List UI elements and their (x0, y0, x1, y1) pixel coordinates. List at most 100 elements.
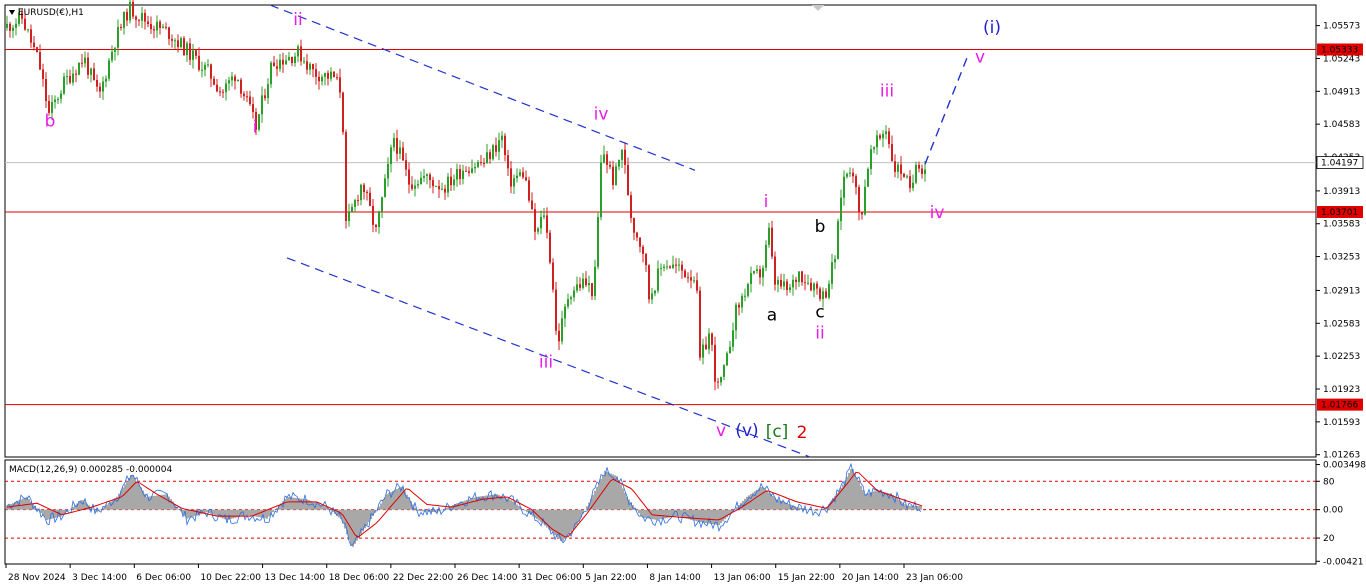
candle-body (513, 178, 515, 187)
projection-line[interactable] (924, 57, 968, 165)
candle-body (318, 76, 320, 82)
candle-body (327, 72, 329, 79)
candle-body (771, 227, 773, 257)
candle-body (864, 186, 866, 215)
candle-body (243, 93, 245, 97)
candle-body (408, 169, 410, 185)
chart-canvas[interactable]: biiiiviiiv (v) [c] 2iabciiiiiivv(i) 1.05573… (0, 0, 1366, 588)
candle-body (402, 147, 404, 161)
elliott-wave-label: 2 (797, 423, 808, 443)
scroll-marker-icon[interactable] (812, 5, 824, 11)
candle-body (315, 69, 317, 77)
candle-body (537, 228, 539, 232)
candle-body (411, 184, 413, 189)
candle-body (543, 215, 545, 217)
candle-body (792, 279, 794, 288)
candle-body (363, 184, 365, 192)
candle-body (270, 62, 272, 85)
candle-body (153, 29, 155, 31)
candle-body (177, 40, 179, 47)
candle-body (117, 26, 119, 48)
candle-body (888, 131, 890, 145)
candle-body (342, 92, 344, 133)
elliott-wave-label: b (815, 217, 826, 237)
candle-body (606, 154, 608, 165)
candle-body (123, 11, 125, 28)
macd-tick-label: 80 (1323, 477, 1335, 487)
candle-body (831, 262, 833, 284)
candle-body (534, 209, 536, 232)
candle-body (675, 264, 677, 266)
candle-body (156, 21, 158, 31)
candle-body (555, 289, 557, 331)
candle-body (846, 173, 848, 177)
elliott-wave-label: (v) (735, 421, 758, 441)
candle-body (867, 168, 869, 187)
candlestick-series (6, 0, 926, 391)
candle-body (321, 76, 323, 82)
candle-body (189, 43, 191, 60)
candle-body (282, 59, 284, 65)
candle-body (75, 73, 77, 75)
candle-body (30, 29, 32, 43)
wave-labels: biiiiviiiv (v) [c] 2iabciiiiiivv(i) (45, 10, 1001, 443)
price-tick-label: 1.04583 (1323, 120, 1360, 130)
candle-body (486, 152, 488, 164)
candle-body (69, 76, 71, 83)
price-tick-label: 1.01593 (1323, 418, 1360, 428)
candle-body (516, 175, 518, 179)
candle-body (564, 306, 566, 319)
price-tick-label: 1.02583 (1323, 319, 1360, 329)
elliott-wave-label: c (815, 303, 824, 323)
candle-body (783, 281, 785, 287)
candle-body (348, 211, 350, 221)
time-tick-label: 23 Jan 06:00 (906, 573, 963, 583)
candle-body (414, 185, 416, 189)
candle-body (135, 16, 137, 20)
candle-body (477, 162, 479, 167)
candle-body (753, 271, 755, 274)
chart-window: b ii i iv iii v (v) [c] 2 i a b c ii iii iv v (i) 1.05573… (0, 0, 1366, 588)
candle-body (36, 47, 38, 53)
candle-body (33, 42, 35, 48)
candle-body (165, 26, 167, 28)
level-price-label: 1.01766 (1321, 401, 1358, 411)
candle-body (702, 344, 704, 358)
candle-body (258, 114, 260, 130)
candle-body (750, 273, 752, 285)
candle-body (501, 135, 503, 141)
candle-body (150, 24, 152, 30)
candle-body (912, 182, 914, 189)
candle-body (690, 277, 692, 281)
candle-body (879, 135, 881, 139)
candle-body (444, 188, 446, 193)
symbol-dropdown-icon[interactable] (9, 10, 15, 15)
candle-body (921, 168, 923, 174)
candle-body (528, 180, 530, 201)
candle-body (81, 62, 83, 64)
candle-body (654, 290, 656, 294)
candle-body (759, 269, 761, 278)
candle-body (297, 46, 299, 57)
last-price-label: 1.04197 (1321, 159, 1358, 169)
macd-label: MACD(12,26,9) 0.000285 -0.000004 (9, 465, 172, 475)
macd-tick-label: 0.003498 (1323, 461, 1366, 471)
time-tick-label: 26 Dec 14:00 (457, 573, 518, 583)
candle-body (756, 269, 758, 272)
candle-body (213, 78, 215, 85)
candle-body (738, 304, 740, 308)
candle-body (96, 80, 98, 87)
candle-body (390, 147, 392, 165)
candle-body (333, 71, 335, 78)
candle-body (636, 232, 638, 238)
candle-body (78, 62, 80, 75)
candle-body (522, 172, 524, 178)
candle-body (618, 159, 620, 167)
channel-trend-line[interactable] (269, 4, 696, 171)
candle-body (120, 26, 122, 28)
candle-body (246, 96, 248, 98)
candle-body (924, 169, 926, 174)
candle-body (366, 191, 368, 193)
candle-body (192, 50, 194, 60)
candle-body (90, 68, 92, 75)
